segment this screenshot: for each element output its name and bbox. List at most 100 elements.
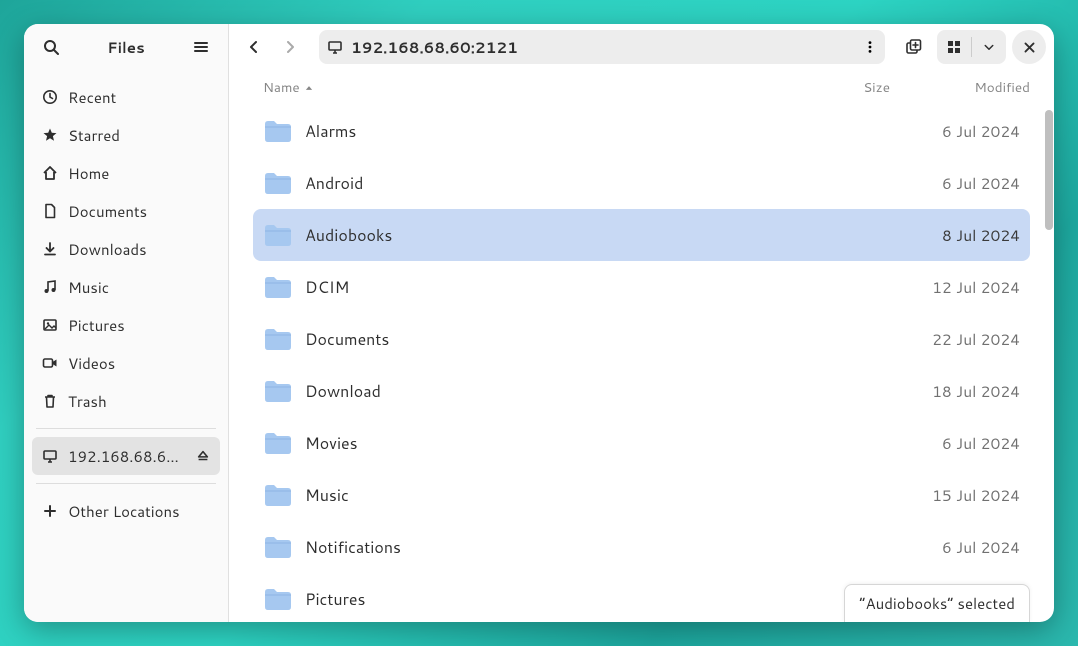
file-row[interactable]: Documents 22 Jul 2024 <box>253 313 1030 365</box>
column-modified[interactable]: Modified <box>890 78 1030 97</box>
eject-icon[interactable] <box>196 449 210 463</box>
file-modified: 6 Jul 2024 <box>880 120 1020 142</box>
divider <box>36 483 216 484</box>
sidebar-item-recent[interactable]: Recent <box>32 78 220 116</box>
column-headers: Name Size Modified <box>229 70 1054 105</box>
file-list: Alarms6 Jul 2024Android6 Jul 2024Audiobo… <box>229 105 1054 622</box>
close-icon <box>1023 41 1036 54</box>
sidebar-item-documents[interactable]: Documents <box>32 192 220 230</box>
app-title: Files <box>68 37 184 58</box>
folder-icon <box>263 170 293 196</box>
sort-asc-icon <box>304 83 314 93</box>
sidebar-item-label: Downloads <box>68 239 210 260</box>
file-modified: 22 Jul 2024 <box>880 328 1020 350</box>
sidebar-item-label: Recent <box>68 87 210 108</box>
sidebar-item-pictures[interactable]: Pictures <box>32 306 220 344</box>
files-window: Files Recent Starred Home Documents <box>24 24 1054 622</box>
file-name: Music <box>305 484 790 507</box>
file-row[interactable]: Android6 Jul 2024 <box>253 157 1030 209</box>
chevron-right-icon <box>282 39 298 55</box>
main-panel: 192.168.68.60:2121 <box>229 24 1054 622</box>
sidebar-item-starred[interactable]: Starred <box>32 116 220 154</box>
column-name[interactable]: Name <box>263 78 800 97</box>
view-dropdown-button[interactable] <box>972 30 1006 64</box>
sidebar-item-label: Trash <box>68 391 210 412</box>
file-name: Download <box>305 380 790 403</box>
file-modified: 8 Jul 2024 <box>880 224 1020 246</box>
path-menu-button[interactable] <box>863 40 877 54</box>
picture-icon <box>42 317 58 333</box>
new-tab-icon <box>905 38 923 56</box>
file-row[interactable]: Music 15 Jul 2024 <box>253 469 1030 521</box>
file-modified: 6 Jul 2024 <box>880 432 1020 454</box>
file-name: Android <box>305 172 790 195</box>
folder-icon <box>263 482 293 508</box>
folder-icon <box>263 326 293 352</box>
new-tab-button[interactable] <box>897 30 931 64</box>
chevron-down-icon <box>983 41 995 53</box>
sidebar-item-label: Documents <box>68 201 210 222</box>
video-icon <box>42 355 58 371</box>
back-button[interactable] <box>237 30 271 64</box>
sidebar-item-label: Pictures <box>68 315 210 336</box>
sidebar-item-label: Other Locations <box>68 501 210 522</box>
file-name: Pictures <box>305 588 790 611</box>
view-grid-button[interactable] <box>937 30 971 64</box>
folder-icon <box>263 586 293 612</box>
folder-icon <box>263 118 293 144</box>
sidebar-item-trash[interactable]: Trash <box>32 382 220 420</box>
file-row[interactable]: Audiobooks 8 Jul 2024 <box>253 209 1030 261</box>
sidebar-item-downloads[interactable]: Downloads <box>32 230 220 268</box>
file-modified: 12 Jul 2024 <box>880 276 1020 298</box>
toolbar: 192.168.68.60:2121 <box>229 24 1054 70</box>
search-icon <box>43 39 59 55</box>
folder-icon <box>263 430 293 456</box>
monitor-icon <box>42 448 58 464</box>
sidebar-item-label: 192.168.68.6… <box>68 446 186 467</box>
divider <box>36 428 216 429</box>
sidebar-item-label: Starred <box>68 125 210 146</box>
content-area: Name Size Modified Alarms6 Jul 2024Andro… <box>229 70 1054 622</box>
path-bar[interactable]: 192.168.68.60:2121 <box>319 30 885 64</box>
search-button[interactable] <box>34 30 68 64</box>
music-note-icon <box>42 279 58 295</box>
folder-icon <box>263 274 293 300</box>
sidebar-item-label: Videos <box>68 353 210 374</box>
sidebar-item-videos[interactable]: Videos <box>32 344 220 382</box>
scrollbar[interactable] <box>1045 110 1053 230</box>
sidebar-item-music[interactable]: Music <box>32 268 220 306</box>
file-modified: 18 Jul 2024 <box>880 380 1020 402</box>
file-name: Audiobooks <box>305 224 790 247</box>
file-modified: 6 Jul 2024 <box>880 536 1020 558</box>
download-arrow-icon <box>42 241 58 257</box>
file-name: Notifications <box>305 536 790 559</box>
hamburger-icon <box>193 39 209 55</box>
file-row[interactable]: Alarms6 Jul 2024 <box>253 105 1030 157</box>
sidebar-item-home[interactable]: Home <box>32 154 220 192</box>
sidebar-item-other-locations[interactable]: Other Locations <box>32 492 220 530</box>
file-row[interactable]: Download 18 Jul 2024 <box>253 365 1030 417</box>
file-name: Documents <box>305 328 790 351</box>
view-switcher <box>937 30 1006 64</box>
close-button[interactable] <box>1012 30 1046 64</box>
sidebar-header: Files <box>24 24 228 70</box>
folder-icon <box>263 534 293 560</box>
file-row[interactable]: Movies6 Jul 2024 <box>253 417 1030 469</box>
file-row[interactable]: Notifications 6 Jul 2024 <box>253 521 1030 573</box>
plus-icon <box>42 503 58 519</box>
sidebar-mount[interactable]: 192.168.68.6… <box>32 437 220 475</box>
sidebar-menu-button[interactable] <box>184 30 218 64</box>
folder-icon <box>263 222 293 248</box>
file-name: DCIM <box>305 276 790 299</box>
monitor-icon <box>327 39 343 55</box>
home-icon <box>42 165 58 181</box>
column-size[interactable]: Size <box>800 78 890 97</box>
sidebar: Files Recent Starred Home Documents <box>24 24 229 622</box>
forward-button[interactable] <box>273 30 307 64</box>
sidebar-item-label: Home <box>68 163 210 184</box>
file-row[interactable]: DCIM 12 Jul 2024 <box>253 261 1030 313</box>
kebab-icon <box>863 40 877 54</box>
file-modified: 15 Jul 2024 <box>880 484 1020 506</box>
grid-icon <box>946 39 962 55</box>
chevron-left-icon <box>246 39 262 55</box>
